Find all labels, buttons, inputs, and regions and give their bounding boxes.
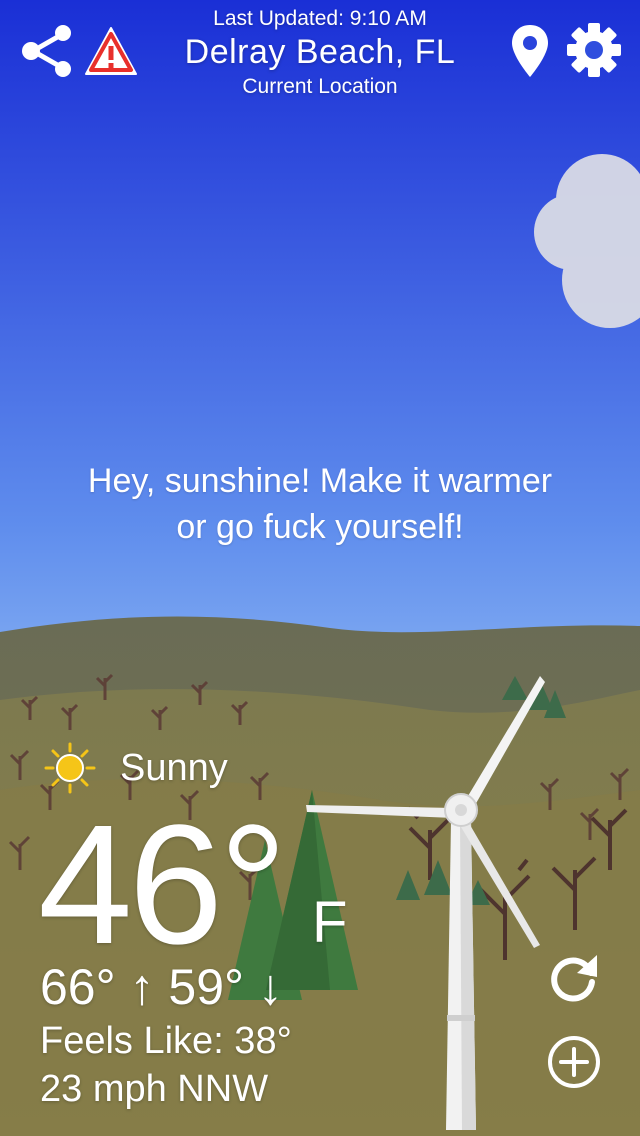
- weather-message: Hey, sunshine! Make it warmer or go fuck…: [40, 458, 600, 550]
- add-circle-icon: [548, 1036, 600, 1088]
- temperature-unit[interactable]: F: [312, 893, 347, 953]
- add-location-button[interactable]: [544, 1032, 604, 1092]
- gear-icon: [567, 23, 621, 77]
- refresh-icon: [551, 955, 597, 1002]
- message-line-1: Hey, sunshine! Make it warmer: [87, 462, 553, 500]
- current-temperature: 46°: [38, 790, 287, 980]
- wind-text: 23 mph NNW: [40, 1068, 269, 1110]
- sun-icon: [44, 742, 96, 794]
- high-low-temperature: 66° ↑ 59° ↓: [40, 959, 283, 1015]
- location-button[interactable]: [508, 22, 552, 80]
- settings-button[interactable]: [564, 20, 624, 80]
- map-pin-icon: [512, 25, 548, 77]
- condition-label: Sunny: [120, 747, 228, 789]
- refresh-button[interactable]: [544, 948, 604, 1008]
- message-line-2: or go fuck yourself!: [176, 508, 464, 546]
- condition-icon-wrap: [44, 742, 96, 794]
- feels-like-text: Feels Like: 38°: [40, 1020, 292, 1062]
